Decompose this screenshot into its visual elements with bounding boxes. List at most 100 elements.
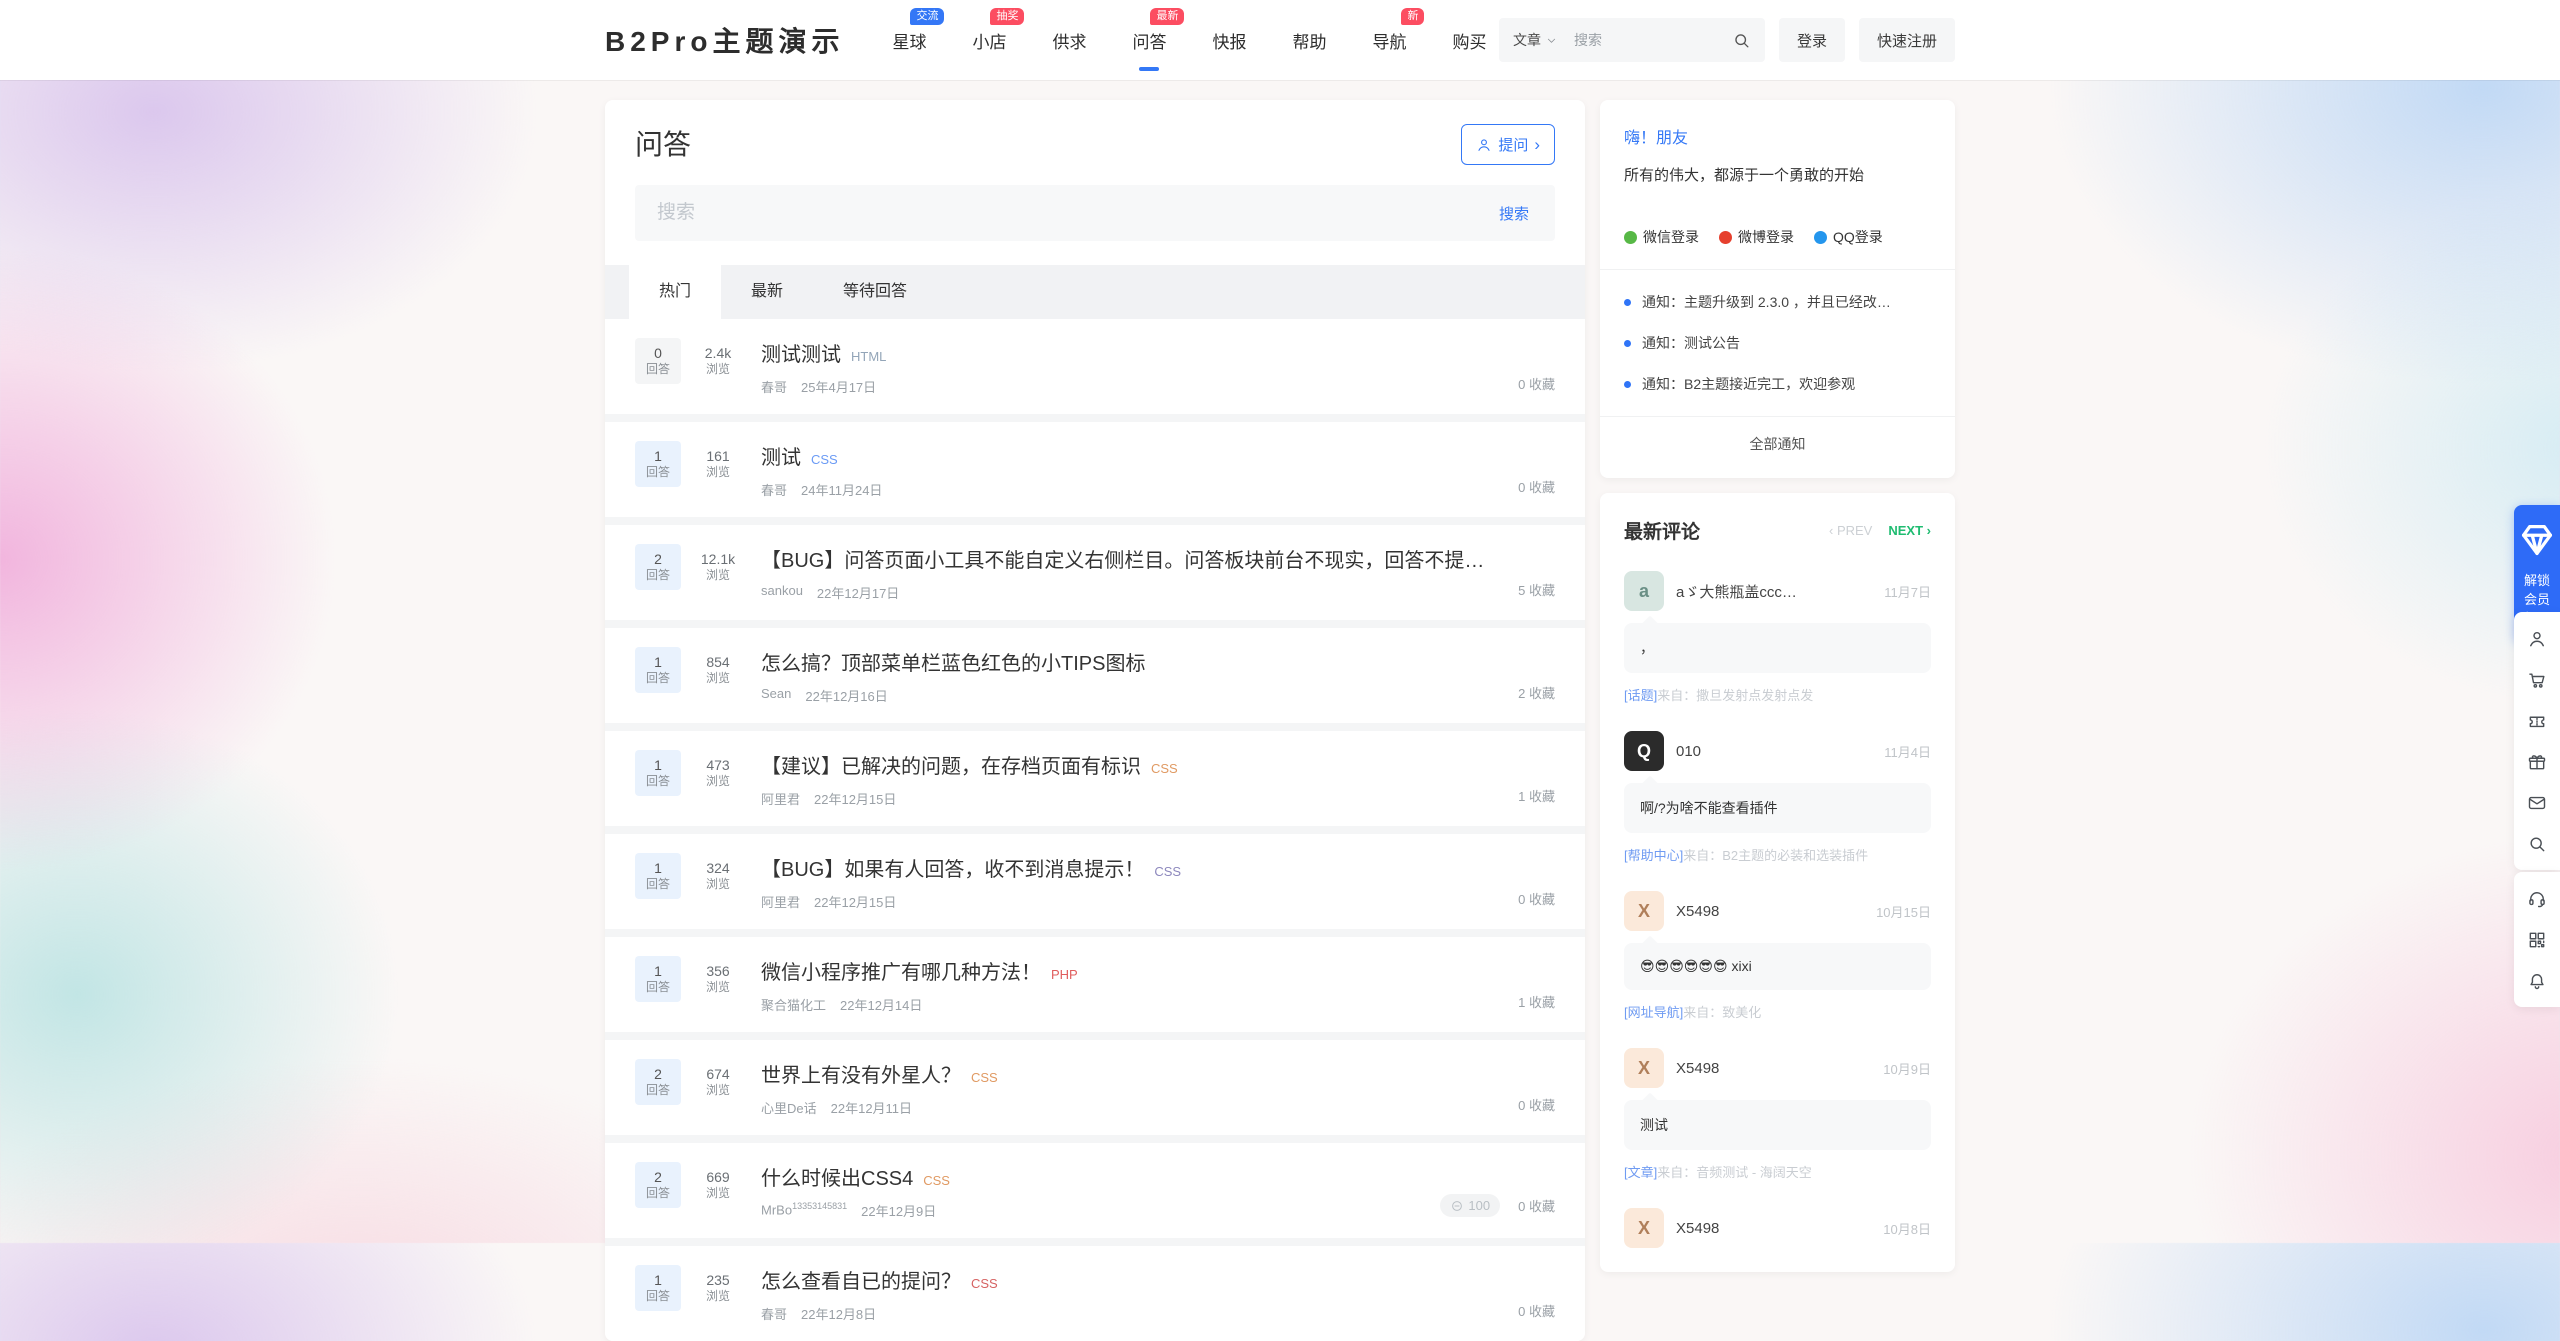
- question-title[interactable]: 怎么查看自已的提问？: [761, 1265, 961, 1294]
- site-logo[interactable]: B2Pro主题演示: [605, 20, 844, 60]
- nav-item[interactable]: 购买: [1452, 0, 1486, 80]
- question-author[interactable]: 春哥: [761, 1304, 787, 1323]
- comment-source-tag[interactable]: [话题]: [1624, 688, 1657, 703]
- question-row[interactable]: 2回答 674浏览 世界上有没有外星人？ CSS 心里De话 22年12月11日…: [605, 1032, 1585, 1135]
- question-row[interactable]: 1回答 324浏览 【BUG】如果有人回答，收不到消息提示！ CSS 阿里君 2…: [605, 826, 1585, 929]
- question-title[interactable]: 【BUG】如果有人回答，收不到消息提示！: [761, 853, 1144, 882]
- ticket-icon[interactable]: [2514, 700, 2560, 741]
- nav-item[interactable]: 快报: [1212, 0, 1246, 80]
- mail-icon[interactable]: [2514, 782, 2560, 823]
- ask-question-button[interactable]: 提问 ›: [1461, 124, 1555, 165]
- gift-icon[interactable]: [2514, 741, 2560, 782]
- qa-search-input[interactable]: [655, 201, 1493, 225]
- view-count: 669浏览: [691, 1162, 745, 1208]
- user-icon[interactable]: [2514, 618, 2560, 659]
- comment-text[interactable]: ，: [1624, 623, 1931, 673]
- question-author[interactable]: 聚合猫化工: [761, 995, 826, 1014]
- comments-prev-button[interactable]: ‹ PREV: [1829, 523, 1872, 538]
- notice-item[interactable]: 通知：B2主题接近完工，欢迎参观: [1624, 374, 1931, 394]
- avatar[interactable]: Q: [1624, 731, 1664, 771]
- notice-item[interactable]: 通知：主题升级到 2.3.0 ，并且已经改…: [1624, 292, 1931, 312]
- question-author[interactable]: sankou: [761, 583, 803, 602]
- nav-item[interactable]: 导航 新: [1372, 0, 1406, 80]
- question-row[interactable]: 1回答 161浏览 测试 CSS 春哥 24年11月24日 0 收藏: [605, 414, 1585, 517]
- question-title[interactable]: 世界上有没有外星人？: [761, 1059, 961, 1088]
- avatar[interactable]: X: [1624, 1208, 1664, 1248]
- qa-tab[interactable]: 最新: [721, 265, 813, 319]
- comments-next-button[interactable]: NEXT ›: [1888, 523, 1931, 538]
- comment-source-tag[interactable]: [文章]: [1624, 1165, 1657, 1180]
- bell-icon[interactable]: [2514, 960, 2560, 1001]
- question-tag[interactable]: CSS: [1151, 761, 1178, 776]
- avatar[interactable]: X: [1624, 891, 1664, 931]
- question-author[interactable]: 阿里君: [761, 892, 800, 911]
- nav-item[interactable]: 问答 最新: [1132, 0, 1166, 80]
- social-login-button[interactable]: QQ登录: [1814, 227, 1883, 247]
- question-tag[interactable]: CSS: [971, 1070, 998, 1085]
- search-category-select[interactable]: 文章: [1513, 30, 1557, 50]
- nav-item[interactable]: 供求: [1052, 0, 1086, 80]
- comment-source-tag[interactable]: [帮助中心]: [1624, 848, 1683, 863]
- nav-item[interactable]: 星球 交流: [892, 0, 926, 80]
- comment-text[interactable]: 啊/?为啥不能查看插件: [1624, 783, 1931, 833]
- qa-search-bar: 搜索: [635, 185, 1555, 241]
- question-row[interactable]: 1回答 356浏览 微信小程序推广有哪几种方法！ PHP 聚合猫化工 22年12…: [605, 929, 1585, 1032]
- favorite-count: 2 收藏: [1518, 683, 1555, 702]
- qrcode-icon[interactable]: [2514, 919, 2560, 960]
- comment-text[interactable]: 测试: [1624, 1100, 1931, 1150]
- question-author[interactable]: 阿里君: [761, 789, 800, 808]
- question-author[interactable]: 春哥: [761, 480, 787, 499]
- view-count: 674浏览: [691, 1059, 745, 1105]
- avatar[interactable]: a: [1624, 571, 1664, 611]
- question-title[interactable]: 什么时候出CSS4: [761, 1162, 913, 1191]
- question-row[interactable]: 1回答 473浏览 【建议】已解决的问题，在存档页面有标识 CSS 阿里君 22…: [605, 723, 1585, 826]
- comment-source-tag[interactable]: [网址导航]: [1624, 1005, 1683, 1020]
- nav-item[interactable]: 小店 抽奖: [972, 0, 1006, 80]
- question-title[interactable]: 微信小程序推广有哪几种方法！: [761, 956, 1041, 985]
- question-row[interactable]: 2回答 669浏览 什么时候出CSS4 CSS MrBo13353145831 …: [605, 1135, 1585, 1238]
- avatar[interactable]: X: [1624, 1048, 1664, 1088]
- login-button[interactable]: 登录: [1779, 18, 1845, 62]
- question-author[interactable]: 春哥: [761, 377, 787, 396]
- nav-item[interactable]: 帮助: [1292, 0, 1326, 80]
- cart-icon[interactable]: [2514, 659, 2560, 700]
- question-title[interactable]: 【建议】已解决的问题，在存档页面有标识: [761, 750, 1141, 779]
- search-icon[interactable]: [2514, 823, 2560, 864]
- qa-tab[interactable]: 等待回答: [813, 265, 937, 319]
- comment-author[interactable]: 010: [1676, 743, 1701, 760]
- social-login-button[interactable]: 微信登录: [1624, 227, 1699, 247]
- all-notices-link[interactable]: 全部通知: [1600, 416, 1955, 454]
- question-row[interactable]: 1回答 235浏览 怎么查看自已的提问？ CSS 春哥 22年12月8日 0 收…: [605, 1238, 1585, 1341]
- qa-search-button[interactable]: 搜索: [1493, 202, 1535, 225]
- question-author[interactable]: Sean: [761, 686, 791, 705]
- question-tag[interactable]: HTML: [851, 349, 886, 364]
- comment-author[interactable]: X5498: [1676, 1220, 1719, 1237]
- question-title[interactable]: 测试: [761, 441, 801, 470]
- nav-menu: 星球 交流 小店 抽奖 供求 问答 最新 快报 帮助 导航 新 购买: [892, 0, 1486, 80]
- question-tag[interactable]: CSS: [811, 452, 838, 467]
- nav-search-input[interactable]: [1572, 31, 1732, 49]
- question-tag[interactable]: CSS: [971, 1276, 998, 1291]
- question-tag[interactable]: CSS: [923, 1173, 950, 1188]
- qa-tab[interactable]: 热门: [629, 265, 721, 319]
- question-title[interactable]: 【BUG】问答页面小工具不能自定义右侧栏目。问答板块前台不现实，回答不提示。所…: [761, 544, 1498, 573]
- question-tag[interactable]: CSS: [1154, 864, 1181, 879]
- question-row[interactable]: 0回答 2.4k浏览 测试测试 HTML 春哥 25年4月17日 0 收藏: [605, 319, 1585, 414]
- register-button[interactable]: 快速注册: [1859, 18, 1955, 62]
- question-title[interactable]: 怎么搞？顶部菜单栏蓝色红色的小TIPS图标: [761, 647, 1145, 676]
- question-title[interactable]: 测试测试: [761, 338, 841, 367]
- search-icon[interactable]: [1732, 31, 1751, 50]
- comment-author[interactable]: aゞ大熊瓶盖ccc…: [1676, 581, 1797, 602]
- question-tag[interactable]: PHP: [1051, 967, 1078, 982]
- question-row[interactable]: 1回答 854浏览 怎么搞？顶部菜单栏蓝色红色的小TIPS图标 Sean 22年…: [605, 620, 1585, 723]
- comment-author[interactable]: X5498: [1676, 1060, 1719, 1077]
- question-author[interactable]: 心里De话: [761, 1098, 817, 1117]
- notice-item[interactable]: 通知：测试公告: [1624, 333, 1931, 353]
- question-author[interactable]: MrBo13353145831: [761, 1201, 847, 1220]
- headset-icon[interactable]: [2514, 878, 2560, 919]
- social-login-button[interactable]: 微博登录: [1719, 227, 1794, 247]
- comment-text[interactable]: 😎😎😎😎😎😎 xixi: [1624, 943, 1931, 990]
- question-row[interactable]: 2回答 12.1k浏览 【BUG】问答页面小工具不能自定义右侧栏目。问答板块前台…: [605, 517, 1585, 620]
- comment-author[interactable]: X5498: [1676, 903, 1719, 920]
- question-date: 22年12月8日: [801, 1304, 876, 1323]
